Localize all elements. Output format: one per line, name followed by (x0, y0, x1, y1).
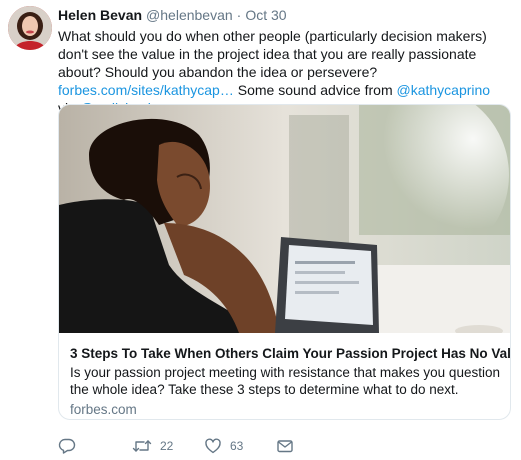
tweet-date[interactable]: Oct 30 (245, 7, 286, 23)
author-name[interactable]: Helen Bevan (58, 7, 142, 23)
like-count: 63 (230, 439, 244, 453)
retweet-count: 22 (160, 439, 174, 453)
like-button[interactable]: 63 (204, 436, 243, 456)
card-body[interactable]: 3 Steps To Take When Others Claim Your P… (59, 333, 510, 419)
tweet-content: Helen Bevan @helenbevan · Oct 30 What shoul… (58, 6, 513, 117)
tweet-link[interactable]: forbes.com/sites/kathycap… (58, 82, 234, 98)
tweet[interactable]: Helen Bevan @helenbevan · Oct 30 What shoul… (0, 0, 521, 460)
card-domain: forbes.com (70, 402, 137, 417)
direct-message-button[interactable] (276, 436, 294, 456)
card-description: Is your passion project meeting with res… (70, 365, 500, 397)
card-image[interactable] (59, 105, 510, 333)
retweet-icon (132, 437, 152, 455)
link-card[interactable]: 3 Steps To Take When Others Claim Your P… (58, 104, 511, 420)
separator-dot: · (236, 7, 242, 23)
like-icon (204, 437, 222, 455)
tweet-text-part: What should you do when other people (pa… (58, 28, 487, 80)
reply-icon (58, 437, 76, 455)
author-handle[interactable]: @helenbevan (146, 7, 233, 23)
direct-message-icon (276, 437, 294, 455)
tweet-actions: 22 63 (58, 436, 508, 456)
mention-link[interactable]: @kathycaprino (397, 82, 491, 98)
reply-button[interactable] (58, 436, 84, 456)
tweet-text-part: Some sound advice from (233, 82, 397, 98)
tweet-header: Helen Bevan @helenbevan · Oct 30 (58, 6, 513, 24)
avatar[interactable] (8, 6, 52, 50)
card-title[interactable]: 3 Steps To Take When Others Claim Your P… (70, 345, 510, 362)
retweet-button[interactable]: 22 (132, 436, 173, 456)
